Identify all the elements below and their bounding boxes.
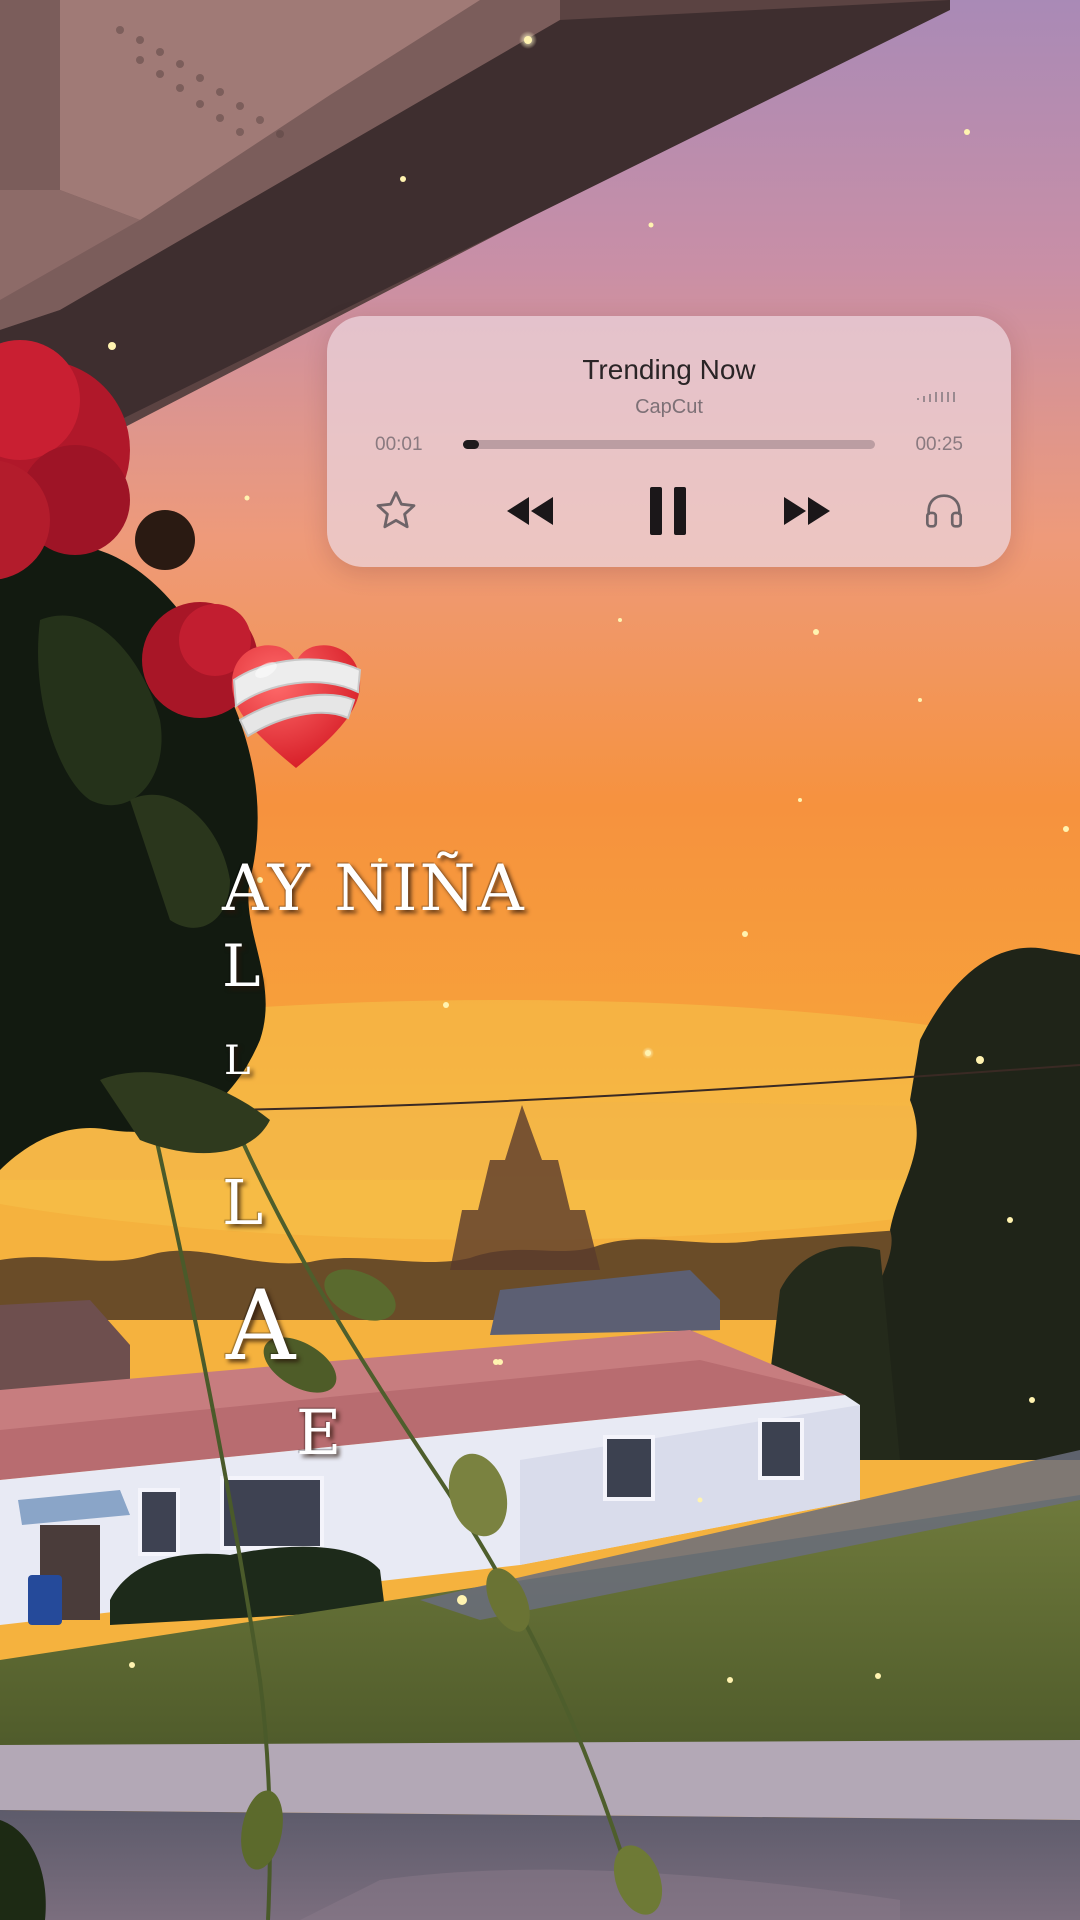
rewind-button[interactable]	[499, 482, 561, 540]
rewind-icon	[507, 497, 553, 525]
signal-icon	[917, 392, 955, 402]
favorite-button[interactable]	[367, 482, 425, 540]
mending-heart-icon	[231, 645, 362, 768]
lyric-line-ay-nina: AY NIÑA	[222, 852, 526, 926]
lyric-letter: L	[222, 932, 261, 1000]
pause-button[interactable]	[637, 482, 699, 540]
progress-fill	[463, 440, 480, 449]
fast-forward-icon	[784, 497, 830, 525]
progress-bar[interactable]	[463, 440, 875, 449]
background-photo	[0, 0, 1080, 1920]
lyric-letter: L	[222, 1166, 264, 1239]
music-player-widget: Trending Now CapCut 00:01 00:25	[327, 316, 1011, 567]
elapsed-time: 00:01	[375, 434, 423, 455]
track-title: Trending Now	[582, 354, 756, 385]
lyric-letter: E	[296, 1396, 342, 1469]
lyric-letter: L	[224, 1038, 251, 1084]
star-icon	[376, 491, 416, 529]
fast-forward-button[interactable]	[776, 482, 838, 540]
headphones-icon	[925, 494, 963, 528]
audio-output-button[interactable]	[915, 482, 973, 540]
lyric-letter: A	[226, 1270, 296, 1382]
total-duration: 00:25	[915, 434, 963, 455]
track-artist: CapCut	[635, 396, 703, 418]
pause-icon	[650, 487, 686, 535]
